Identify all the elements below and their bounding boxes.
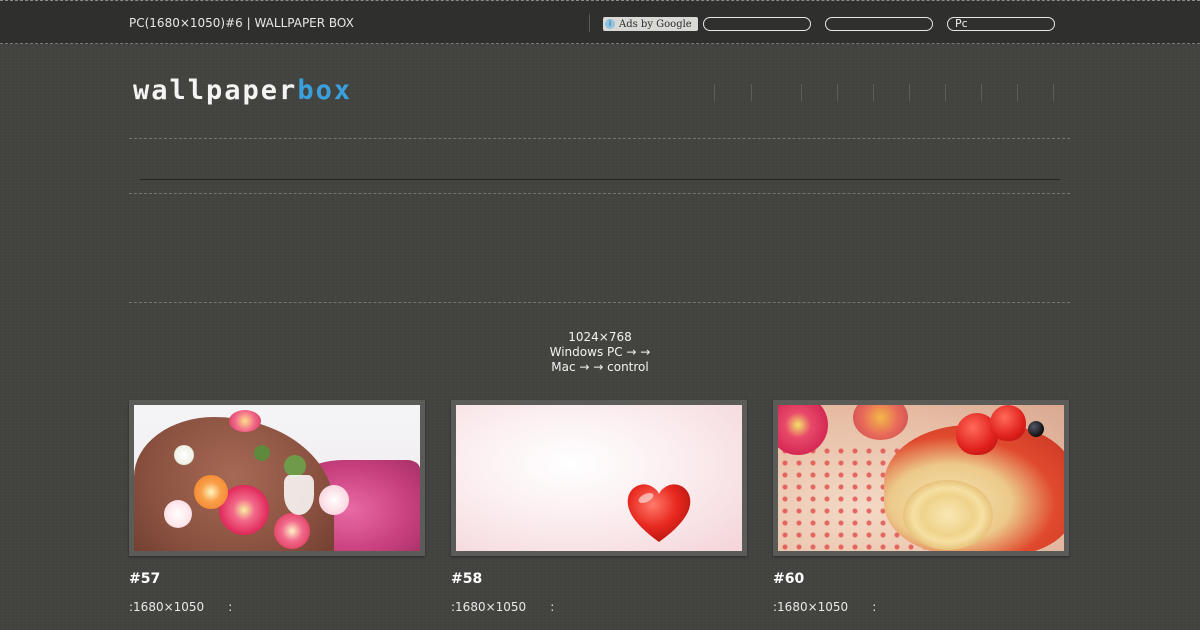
heart-image — [627, 484, 691, 542]
wallpaper-meta-suffix: : — [228, 600, 233, 614]
instructions-line-1: 1024×768 — [568, 330, 632, 344]
nav-separator — [801, 84, 802, 101]
wallpaper-thumbnail-link[interactable] — [451, 400, 747, 556]
wallpaper-resolution: :1680×1050 — [129, 600, 205, 614]
wallpaper-thumbnail[interactable] — [456, 405, 742, 551]
wallpaper-thumbnail[interactable] — [778, 405, 1064, 551]
wallpaper-meta-suffix: : — [872, 600, 877, 614]
wallpaper-card: #60 :1680×1050: — [773, 400, 1069, 614]
header-divider — [129, 138, 1070, 139]
wallpaper-card: #57 :1680×1050: — [129, 400, 425, 614]
section-divider — [129, 193, 1070, 194]
wallpaper-number[interactable]: #57 — [129, 571, 425, 589]
nav-separator — [1017, 84, 1018, 101]
nav-separator — [714, 84, 715, 101]
info-icon: i — [605, 19, 615, 29]
nav-menu — [714, 84, 1059, 101]
ad-link-1[interactable] — [703, 17, 811, 31]
ad-link-3[interactable]: Pc — [947, 17, 1055, 31]
nav-separator — [873, 84, 874, 101]
wallpaper-number[interactable]: #58 — [451, 571, 747, 589]
wallpaper-meta: :1680×1050: — [773, 600, 1069, 614]
nav-separator — [909, 84, 910, 101]
download-instructions: 1024×768 Windows PC → → Mac → → control — [420, 330, 780, 375]
wallpaper-number[interactable]: #60 — [773, 571, 1069, 589]
wallpaper-meta: :1680×1050: — [129, 600, 425, 614]
ad-area-divider — [129, 302, 1070, 303]
logo-text-main: wallpaper — [133, 75, 298, 106]
breadcrumb-divider — [140, 179, 1060, 180]
logo-text-accent: box — [297, 75, 353, 106]
wallpaper-thumbnail-link[interactable] — [773, 400, 1069, 556]
wallpaper-meta: :1680×1050: — [451, 600, 747, 614]
wallpaper-thumbnail-link[interactable] — [129, 400, 425, 556]
nav-separator — [1053, 84, 1054, 101]
nav-separator — [837, 84, 838, 101]
instructions-line-3: Mac → → control — [551, 360, 649, 374]
nav-separator — [751, 84, 752, 101]
nav-separator — [945, 84, 946, 101]
instructions-line-2: Windows PC → → — [549, 345, 651, 359]
topbar-divider — [589, 14, 590, 32]
wallpaper-thumbnail[interactable] — [134, 405, 420, 551]
wallpaper-card: #58 :1680×1050: — [451, 400, 747, 614]
wallpaper-resolution: :1680×1050 — [773, 600, 849, 614]
nav-separator — [981, 84, 982, 101]
wallpaper-resolution: :1680×1050 — [451, 600, 527, 614]
ads-by-google-badge[interactable]: i Ads by Google — [603, 17, 698, 31]
ads-label: Ads by Google — [619, 18, 692, 30]
ad-link-2[interactable] — [825, 17, 933, 31]
page-title: PC(1680×1050)#6 | WALLPAPER BOX — [129, 16, 354, 30]
site-logo[interactable]: wallpaperbox — [133, 74, 352, 108]
top-bar: PC(1680×1050)#6 | WALLPAPER BOX i Ads by… — [0, 0, 1200, 44]
wallpaper-meta-suffix: : — [550, 600, 555, 614]
